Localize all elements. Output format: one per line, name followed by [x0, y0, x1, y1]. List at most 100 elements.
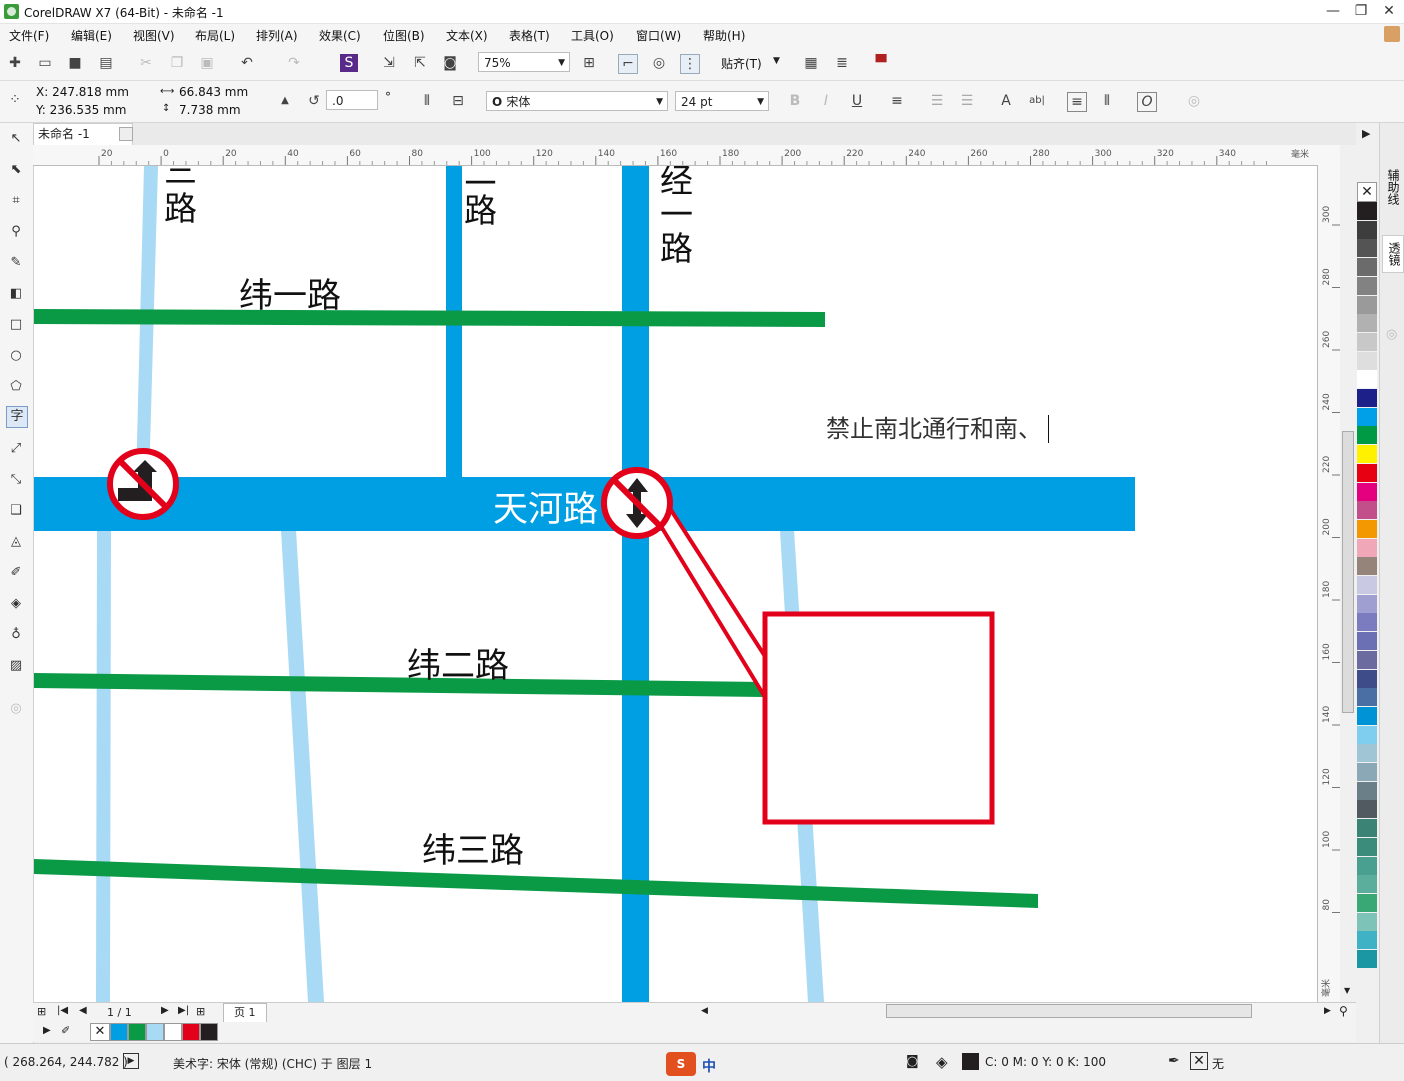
drawing-canvas[interactable]: 三 路 二 路 经 一 路 纬一路 天河路 纬二路 纬三路 禁止南北通行和南、: [34, 166, 1317, 1002]
open-icon[interactable]: ▭: [36, 54, 54, 72]
close-button[interactable]: ✕: [1378, 2, 1400, 20]
menu-edit[interactable]: 编辑(E): [71, 27, 112, 44]
label-wei1[interactable]: 纬一路: [239, 268, 341, 317]
zoom-combo[interactable]: 75% ▼: [478, 52, 570, 72]
object-origin-icon[interactable]: ⁘: [6, 91, 24, 109]
smart-fill-tool-icon[interactable]: ◧: [6, 284, 26, 304]
outline-color-swatch[interactable]: ✕: [1190, 1052, 1208, 1070]
document-palette-swatch[interactable]: [182, 1023, 200, 1041]
no-north-south-sign[interactable]: [601, 467, 673, 539]
palette-swatch[interactable]: [1357, 332, 1377, 351]
palette-swatch[interactable]: [1357, 800, 1377, 819]
edit-text-icon[interactable]: ab|: [1028, 92, 1046, 110]
freehand-tool-icon[interactable]: ✎: [6, 253, 26, 273]
import-icon[interactable]: ⇲: [380, 54, 398, 72]
palette-swatch[interactable]: [1357, 950, 1377, 968]
road-wei3[interactable]: [34, 859, 1038, 908]
save-icon[interactable]: ■: [66, 54, 84, 72]
callout-box[interactable]: [762, 611, 995, 825]
label-wei3[interactable]: 纬三路: [422, 823, 524, 872]
crop-tool-icon[interactable]: ⌗: [6, 191, 26, 211]
ime-logo-icon[interactable]: S: [666, 1052, 696, 1076]
text-properties-icon[interactable]: A: [997, 92, 1015, 110]
vertical-scrollbar[interactable]: ▼: [1340, 165, 1356, 1002]
palette-swatch[interactable]: [1357, 594, 1377, 613]
font-list[interactable]: O 宋体 ▼: [486, 91, 668, 111]
pick-tool-icon[interactable]: ↖: [6, 129, 26, 149]
label-tianhe[interactable]: 天河路: [493, 481, 598, 532]
palette-swatch[interactable]: [1357, 276, 1377, 295]
palette-swatch[interactable]: [1357, 538, 1377, 557]
label-jing3[interactable]: 三 路: [164, 166, 204, 228]
menu-text[interactable]: 文本(X): [446, 27, 488, 44]
scroll-down-icon[interactable]: ▼: [1344, 986, 1350, 995]
scroll-right-icon[interactable]: ▶: [1324, 1006, 1331, 1016]
palette-swatch[interactable]: [1357, 706, 1377, 725]
font-size-list[interactable]: 24 pt ▼: [675, 91, 769, 111]
previous-page-icon[interactable]: ◀: [79, 1005, 87, 1016]
corel-connect-icon[interactable]: S: [340, 54, 358, 72]
document-palette-swatch[interactable]: [200, 1023, 218, 1041]
cut-icon[interactable]: ✂: [137, 54, 155, 72]
last-page-icon[interactable]: ▶|: [178, 1005, 189, 1016]
x-position-field[interactable]: X: 247.818 mm: [36, 85, 129, 99]
palette-swatch[interactable]: [1357, 837, 1377, 856]
full-screen-preview-icon[interactable]: ⊞: [580, 54, 598, 72]
editing-text[interactable]: 禁止南北通行和南、: [826, 409, 1057, 444]
angle-field[interactable]: .0: [326, 90, 378, 110]
snap-to-dropdown[interactable]: 贴齐(T): [721, 55, 762, 72]
ime-mode[interactable]: 中: [702, 1056, 716, 1076]
text-tool-icon[interactable]: 字: [6, 406, 28, 428]
y-position-field[interactable]: Y: 236.535 mm: [36, 103, 126, 117]
height-field[interactable]: 7.738 mm: [179, 103, 241, 117]
horizontal-text-icon[interactable]: ≡: [1067, 92, 1087, 112]
export-icon[interactable]: ⇱: [411, 54, 429, 72]
rulers-toggle-icon[interactable]: ⌐: [618, 54, 638, 74]
palette-swatch[interactable]: [1357, 258, 1377, 277]
options-icon[interactable]: ▦: [802, 54, 820, 72]
fill-color-swatch[interactable]: [962, 1053, 979, 1070]
palette-swatch[interactable]: [1357, 763, 1377, 781]
status-expand-icon[interactable]: ▶: [123, 1053, 139, 1069]
palette-swatch[interactable]: [1357, 314, 1377, 333]
zoom-tool-icon[interactable]: ⚲: [6, 222, 26, 242]
width-field[interactable]: 66.843 mm: [179, 85, 248, 99]
drop-cap-icon[interactable]: ☰: [958, 92, 976, 110]
palette-swatch[interactable]: [1357, 669, 1377, 688]
menu-bitmap[interactable]: 位图(B): [383, 27, 425, 44]
palette-swatch[interactable]: [1357, 650, 1377, 669]
vertical-text-icon[interactable]: ⦀: [1098, 92, 1116, 110]
next-page-icon[interactable]: ▶: [161, 1005, 169, 1016]
expand-panel-icon[interactable]: ▶: [1362, 127, 1370, 140]
horizontal-ruler[interactable]: 20 0 20 40 60 80 100 120 140 160 180 200 220 240 260 28…: [33, 145, 1340, 166]
palette-swatch[interactable]: [1357, 912, 1377, 931]
palette-swatch[interactable]: [1357, 931, 1377, 950]
no-left-turn-sign[interactable]: [107, 448, 179, 520]
minimize-button[interactable]: —: [1322, 2, 1344, 20]
menu-view[interactable]: 视图(V): [133, 27, 175, 44]
account-icon[interactable]: [1384, 26, 1400, 42]
palette-swatch[interactable]: [1357, 220, 1377, 239]
label-wei2[interactable]: 纬二路: [407, 638, 509, 687]
zoom-navigator-icon[interactable]: ⚲: [1339, 1004, 1348, 1018]
ellipse-tool-icon[interactable]: ○: [6, 346, 26, 366]
palette-swatch[interactable]: [1357, 856, 1377, 875]
document-tab[interactable]: 未命名 -1: [33, 123, 133, 145]
print-icon[interactable]: ▤: [97, 54, 115, 72]
welcome-screen-icon[interactable]: ▀: [872, 54, 890, 72]
bold-icon[interactable]: B: [786, 92, 804, 110]
eyedropper-icon[interactable]: ✐: [61, 1024, 70, 1037]
docker-lens-tab[interactable]: 透镜: [1382, 235, 1404, 273]
restore-button[interactable]: ❐: [1350, 2, 1372, 20]
palette-swatch[interactable]: [1357, 407, 1377, 426]
docker-guidelines-tab[interactable]: 辅助线: [1382, 163, 1402, 211]
palette-swatch[interactable]: [1357, 781, 1377, 800]
palette-swatch[interactable]: [1357, 576, 1377, 594]
palette-swatch[interactable]: [1357, 389, 1377, 407]
drop-shadow-tool-icon[interactable]: ❑: [6, 501, 26, 521]
connector-tool-icon[interactable]: ⤡: [6, 470, 26, 490]
vertical-scroll-thumb[interactable]: [1342, 431, 1354, 713]
underline-icon[interactable]: U: [848, 92, 866, 110]
quick-customize-icon[interactable]: ◎: [1386, 327, 1397, 342]
palette-swatch[interactable]: [1357, 295, 1377, 314]
